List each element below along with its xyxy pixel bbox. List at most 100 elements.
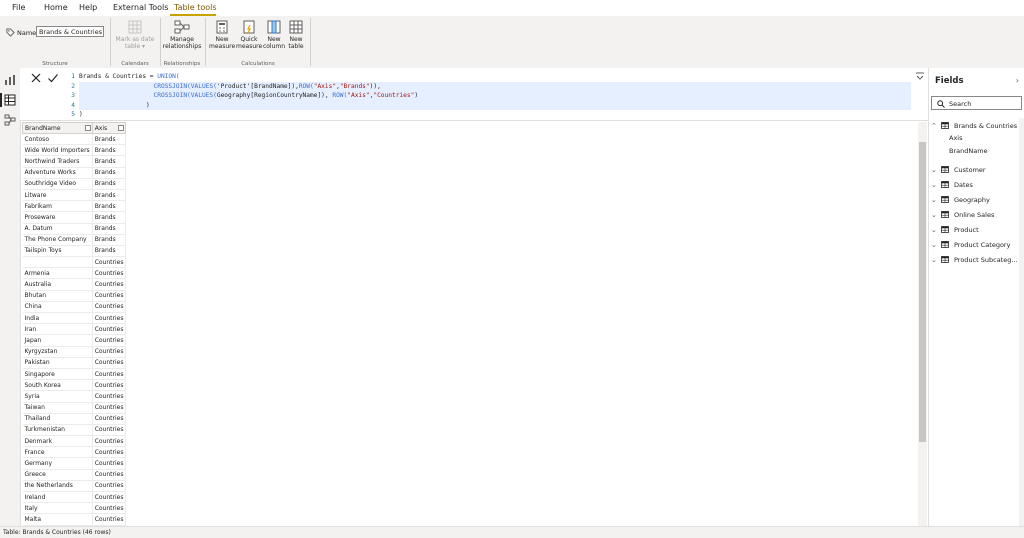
cell-brandname[interactable]: India — [22, 312, 93, 325]
expand-chevron-icon[interactable]: ⌄ — [931, 196, 937, 204]
field-table-node[interactable]: ⌄ Geography — [929, 194, 1024, 206]
cell-brandname[interactable]: Kyrgyzstan — [22, 346, 93, 358]
cell-brandname[interactable]: Denmark — [22, 435, 93, 448]
mark-as-date-table-button[interactable]: Mark as date table ▾ — [113, 20, 157, 50]
cell-axis[interactable]: Countries — [92, 457, 127, 470]
cell-axis[interactable]: Countries — [92, 334, 127, 347]
filter-dropdown-icon[interactable] — [118, 125, 125, 131]
cell-axis[interactable]: Brands — [92, 223, 127, 235]
cell-brandname[interactable]: Turkmenistan — [22, 424, 93, 437]
cell-brandname[interactable]: Taiwan — [22, 402, 93, 414]
fields-scrollbar[interactable] — [1019, 118, 1024, 526]
cell-axis[interactable]: Countries — [92, 312, 127, 325]
new-table-button[interactable]: New table — [286, 20, 306, 50]
cell-axis[interactable]: Brands — [92, 189, 127, 202]
dax-editor[interactable]: 1 2 3 4 5 Brands & Countries = UNION( CR… — [65, 72, 913, 118]
cell-brandname[interactable]: Pakistan — [22, 357, 93, 369]
cell-brandname[interactable]: the Netherlands — [22, 480, 93, 493]
cell-axis[interactable]: Countries — [92, 256, 127, 269]
cancel-icon[interactable] — [30, 72, 42, 84]
cell-axis[interactable]: Countries — [92, 278, 127, 291]
field-table-node[interactable]: ⌄ Product Subcateg... — [929, 254, 1024, 266]
cell-axis[interactable]: Countries — [92, 502, 127, 515]
cell-brandname[interactable]: Contoso — [22, 133, 93, 146]
tab-external-tools[interactable]: External Tools — [113, 3, 168, 12]
cell-axis[interactable]: Brands — [92, 155, 127, 168]
field-table-node[interactable]: ⌄ Customer — [929, 164, 1024, 176]
cell-brandname[interactable]: Ireland — [22, 491, 93, 504]
cell-brandname[interactable] — [22, 256, 93, 269]
expand-chevron-icon[interactable]: ⌄ — [931, 241, 937, 249]
cell-axis[interactable]: Countries — [92, 413, 127, 425]
cell-axis[interactable]: Countries — [92, 424, 127, 437]
expand-chevron-icon[interactable]: ⌄ — [931, 256, 937, 264]
cell-brandname[interactable]: South Korea — [22, 379, 93, 392]
tab-help[interactable]: Help — [79, 3, 97, 12]
tab-file[interactable]: File — [12, 3, 25, 12]
cell-brandname[interactable]: Iran — [22, 323, 93, 336]
data-view-icon[interactable] — [4, 94, 16, 106]
filter-dropdown-icon[interactable] — [84, 125, 91, 131]
cell-brandname[interactable]: A. Datum — [22, 223, 93, 235]
cell-brandname[interactable]: Adventure Works — [22, 167, 93, 179]
cell-axis[interactable]: Brands — [92, 178, 127, 190]
commit-check-icon[interactable] — [47, 72, 59, 84]
cell-brandname[interactable]: Singapore — [22, 368, 93, 381]
cell-brandname[interactable]: Northwind Traders — [22, 155, 93, 168]
cell-axis[interactable]: Brands — [92, 234, 127, 246]
cell-axis[interactable]: Countries — [92, 323, 127, 336]
tab-table-tools[interactable]: Table tools — [174, 3, 217, 12]
column-header-axis[interactable]: Axis — [91, 122, 127, 134]
new-measure-button[interactable]: New measure — [209, 20, 235, 50]
cell-brandname[interactable]: Thailand — [22, 413, 93, 425]
fields-search-input[interactable]: Search — [931, 96, 1022, 110]
cell-axis[interactable]: Countries — [92, 435, 127, 448]
report-view-icon[interactable] — [4, 74, 16, 86]
cell-axis[interactable]: Brands — [92, 245, 127, 258]
cell-axis[interactable]: Countries — [92, 357, 127, 369]
cell-brandname[interactable]: Litware — [22, 189, 93, 202]
cell-axis[interactable]: Countries — [92, 446, 127, 459]
cell-axis[interactable]: Brands — [92, 200, 127, 213]
cell-brandname[interactable]: The Phone Company — [22, 234, 93, 246]
field-table-node[interactable]: ⌄ Online Sales — [929, 209, 1024, 221]
cell-brandname[interactable]: Italy — [22, 502, 93, 515]
field-table-node[interactable]: ⌄ Product — [929, 224, 1024, 236]
cell-axis[interactable]: Countries — [92, 346, 127, 358]
cell-axis[interactable]: Countries — [92, 390, 127, 403]
cell-brandname[interactable]: Proseware — [22, 211, 93, 224]
cell-axis[interactable]: Brands — [92, 133, 127, 146]
expand-chevron-icon[interactable]: ⌄ — [931, 211, 937, 219]
expand-chevron-icon[interactable]: ⌄ — [931, 226, 937, 234]
field-table-node[interactable]: ⌃ Brands & Countries — [929, 120, 1024, 132]
grid-vertical-scrollbar[interactable] — [918, 122, 927, 526]
field-column-item[interactable]: Axis — [949, 134, 963, 142]
expand-chevron-icon[interactable]: ⌄ — [931, 166, 937, 174]
cell-brandname[interactable]: Bhutan — [22, 290, 93, 302]
collapse-chevron-icon[interactable]: ⌃ — [931, 122, 937, 130]
cell-brandname[interactable]: Fabrikam — [22, 200, 93, 213]
cell-brandname[interactable]: Armenia — [22, 267, 93, 280]
field-table-node[interactable]: ⌄ Dates — [929, 179, 1024, 191]
expand-chevron-icon[interactable]: ⌄ — [931, 181, 937, 189]
cell-brandname[interactable]: Greece — [22, 469, 93, 481]
cell-brandname[interactable]: China — [22, 301, 93, 314]
cell-brandname[interactable]: Syria — [22, 390, 93, 403]
cell-axis[interactable]: Brands — [92, 167, 127, 179]
cell-brandname[interactable]: Germany — [22, 457, 93, 470]
cell-brandname[interactable]: Malta — [22, 513, 93, 526]
cell-axis[interactable]: Countries — [92, 368, 127, 381]
collapse-pane-chevron-icon[interactable]: › — [1016, 76, 1019, 85]
cell-axis[interactable]: Countries — [92, 290, 127, 302]
model-view-icon[interactable] — [4, 114, 16, 126]
cell-axis[interactable]: Countries — [92, 513, 127, 526]
quick-measure-button[interactable]: Quick measure — [236, 20, 262, 50]
table-name-input[interactable]: Brands & Countries — [36, 26, 104, 37]
cell-brandname[interactable]: Southridge Video — [22, 178, 93, 190]
expand-formula-chevron-icon[interactable] — [915, 72, 925, 80]
cell-axis[interactable]: Countries — [92, 480, 127, 493]
cell-axis[interactable]: Brands — [92, 211, 127, 224]
cell-axis[interactable]: Countries — [92, 491, 127, 504]
cell-axis[interactable]: Countries — [92, 301, 127, 314]
cell-brandname[interactable]: France — [22, 446, 93, 459]
